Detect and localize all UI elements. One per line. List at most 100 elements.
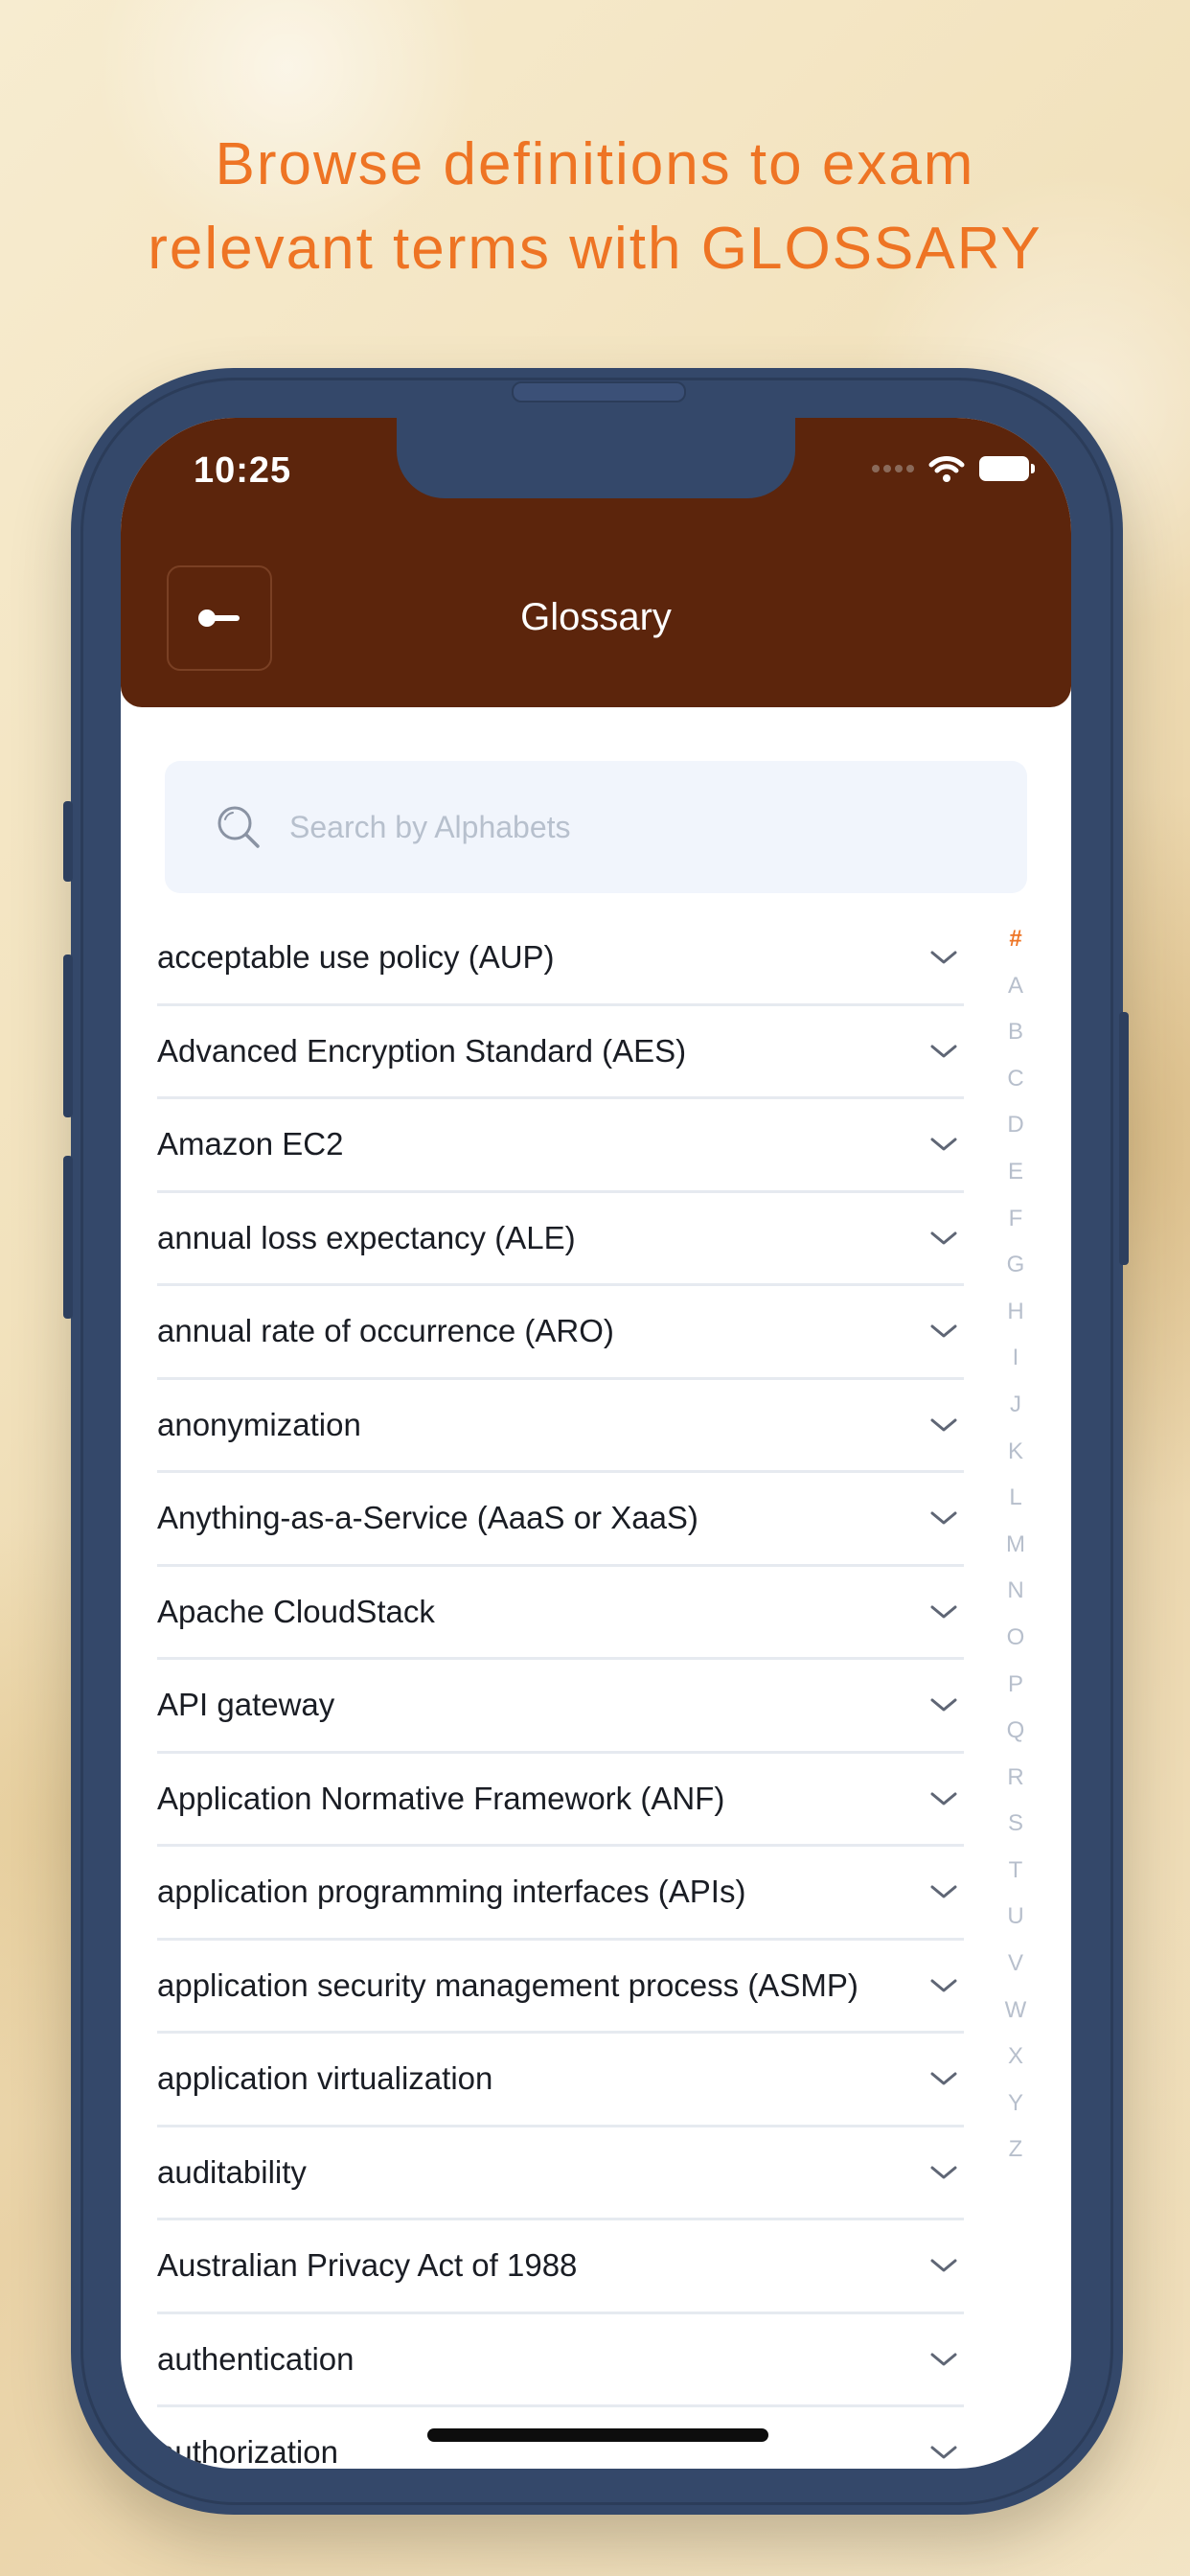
alphabet-index-letter[interactable]: V — [987, 1941, 1044, 1988]
alphabet-index-letter[interactable]: E — [987, 1149, 1044, 1196]
chevron-down-icon[interactable] — [929, 1230, 958, 1247]
alphabet-index-letter[interactable]: P — [987, 1662, 1044, 1709]
alphabet-index-letter[interactable]: L — [987, 1475, 1044, 1522]
alphabet-index-letter[interactable]: Q — [987, 1708, 1044, 1755]
glossary-term-row[interactable]: application virtualization — [157, 2034, 964, 2128]
alphabet-index-letter[interactable]: S — [987, 1801, 1044, 1848]
glossary-term-row[interactable]: application security management process … — [157, 1941, 964, 2034]
promo-headline-line-1: Browse definitions to exam — [215, 131, 975, 197]
glossary-term-label: annual rate of occurrence (ARO) — [157, 1313, 614, 1349]
glossary-term-row[interactable]: Apache CloudStack — [157, 1567, 964, 1660]
chevron-down-icon[interactable] — [929, 1696, 958, 1714]
glossary-term-row[interactable]: authentication — [157, 2314, 964, 2407]
glossary-term-label: application programming interfaces (APIs… — [157, 1874, 746, 1910]
phone-mute-switch — [63, 801, 73, 882]
glossary-term-label: authorization — [157, 2434, 338, 2469]
alphabet-index-letter[interactable]: J — [987, 1382, 1044, 1429]
chevron-down-icon[interactable] — [929, 2164, 958, 2181]
search-icon — [217, 806, 260, 848]
phone-notch — [397, 418, 795, 498]
alphabet-index-letter[interactable]: N — [987, 1568, 1044, 1615]
app-screen: 10:25 Glossary accept — [121, 418, 1071, 2469]
chevron-down-icon[interactable] — [929, 1603, 958, 1621]
glossary-term-row[interactable]: Advanced Encryption Standard (AES) — [157, 1006, 964, 1099]
alphabet-index-letter[interactable]: M — [987, 1522, 1044, 1569]
glossary-term-label: Australian Privacy Act of 1988 — [157, 2247, 578, 2284]
glossary-term-row[interactable]: annual loss expectancy (ALE) — [157, 1193, 964, 1286]
phone-volume-up-button — [63, 954, 73, 1117]
glossary-term-label: Amazon EC2 — [157, 1126, 344, 1162]
status-time: 10:25 — [194, 450, 292, 491]
cellular-signal-icon — [872, 465, 914, 472]
glossary-term-list: acceptable use policy (AUP) Advanced Encr… — [157, 912, 964, 2469]
glossary-term-label: acceptable use policy (AUP) — [157, 939, 555, 976]
alphabet-index-letter[interactable]: # — [987, 916, 1044, 963]
alphabet-index-letter[interactable]: T — [987, 1848, 1044, 1895]
glossary-term-label: annual loss expectancy (ALE) — [157, 1219, 576, 1255]
glossary-term-row[interactable]: API gateway — [157, 1660, 964, 1754]
search-bar[interactable] — [165, 761, 1027, 893]
phone-power-button — [1119, 1012, 1129, 1265]
alphabet-index-letter[interactable]: X — [987, 2034, 1044, 2081]
alphabet-index-letter[interactable]: A — [987, 963, 1044, 1010]
alphabet-index-letter[interactable]: F — [987, 1196, 1044, 1243]
alphabet-index-letter[interactable]: O — [987, 1615, 1044, 1662]
alphabet-index-letter[interactable]: H — [987, 1289, 1044, 1336]
glossary-term-row[interactable]: auditability — [157, 2128, 964, 2220]
alphabet-index-letter[interactable]: W — [987, 1988, 1044, 2035]
alphabet-index-letter[interactable]: D — [987, 1102, 1044, 1149]
chevron-down-icon[interactable] — [929, 2070, 958, 2087]
alphabet-index-letter[interactable]: Y — [987, 2081, 1044, 2128]
glossary-term-row[interactable]: Australian Privacy Act of 1988 — [157, 2220, 964, 2314]
glossary-term-label: anonymization — [157, 1406, 361, 1442]
alphabet-index-letter[interactable]: I — [987, 1335, 1044, 1382]
glossary-term-row[interactable]: Amazon EC2 — [157, 1099, 964, 1193]
glossary-term-label: application virtualization — [157, 2060, 493, 2097]
alphabet-index: # A B C D E F G H I J K L M N O P Q R S T U V W X Y Z — [987, 916, 1044, 2174]
page-title: Glossary — [520, 596, 672, 638]
chevron-down-icon[interactable] — [929, 1790, 958, 1807]
glossary-term-row[interactable]: application programming interfaces (APIs… — [157, 1847, 964, 1941]
glossary-term-label: Advanced Encryption Standard (AES) — [157, 1032, 687, 1069]
glossary-term-label: auditability — [157, 2153, 307, 2190]
alphabet-index-letter[interactable]: C — [987, 1056, 1044, 1103]
chevron-down-icon[interactable] — [929, 2351, 958, 2368]
glossary-term-row[interactable]: annual rate of occurrence (ARO) — [157, 1286, 964, 1380]
chevron-down-icon[interactable] — [929, 1136, 958, 1153]
wifi-icon — [928, 456, 965, 482]
glossary-term-label: authentication — [157, 2340, 355, 2377]
chevron-down-icon[interactable] — [929, 1043, 958, 1060]
promo-headline-line-2: relevant terms with GLOSSARY — [148, 216, 1042, 282]
chevron-down-icon[interactable] — [929, 1509, 958, 1527]
battery-icon — [979, 456, 1035, 481]
glossary-term-row[interactable]: Application Normative Framework (ANF) — [157, 1754, 964, 1847]
chevron-down-icon[interactable] — [929, 1883, 958, 1900]
chevron-down-icon[interactable] — [929, 2444, 958, 2461]
chevron-down-icon[interactable] — [929, 2257, 958, 2274]
chevron-down-icon[interactable] — [929, 1322, 958, 1340]
alphabet-index-letter[interactable]: B — [987, 1009, 1044, 1056]
chevron-down-icon[interactable] — [929, 949, 958, 966]
alphabet-index-letter[interactable]: K — [987, 1429, 1044, 1476]
phone-speaker — [512, 381, 686, 402]
alphabet-index-letter[interactable]: G — [987, 1242, 1044, 1289]
glossary-term-label: application security management process … — [157, 1966, 858, 2003]
glossary-term-row[interactable]: anonymization — [157, 1380, 964, 1473]
home-indicator — [427, 2428, 768, 2442]
glossary-term-row[interactable]: Anything-as-a-Service (AaaS or XaaS) — [157, 1473, 964, 1567]
promo-headline: Browse definitions to exam relevant term… — [0, 123, 1190, 291]
chevron-down-icon[interactable] — [929, 1977, 958, 1994]
glossary-term-label: Anything-as-a-Service (AaaS or XaaS) — [157, 1500, 698, 1536]
glossary-term-label: Application Normative Framework (ANF) — [157, 1780, 725, 1816]
phone-volume-down-button — [63, 1156, 73, 1319]
app-header: 10:25 Glossary — [121, 418, 1071, 707]
search-input[interactable] — [287, 808, 1019, 846]
glossary-term-label: API gateway — [157, 1687, 335, 1723]
status-icons — [872, 454, 1035, 483]
alphabet-index-letter[interactable]: R — [987, 1755, 1044, 1802]
glossary-term-row[interactable]: acceptable use policy (AUP) — [157, 912, 964, 1006]
alphabet-index-letter[interactable]: U — [987, 1894, 1044, 1941]
alphabet-index-letter[interactable]: Z — [987, 2127, 1044, 2174]
glossary-term-label: Apache CloudStack — [157, 1593, 435, 1629]
chevron-down-icon[interactable] — [929, 1416, 958, 1434]
